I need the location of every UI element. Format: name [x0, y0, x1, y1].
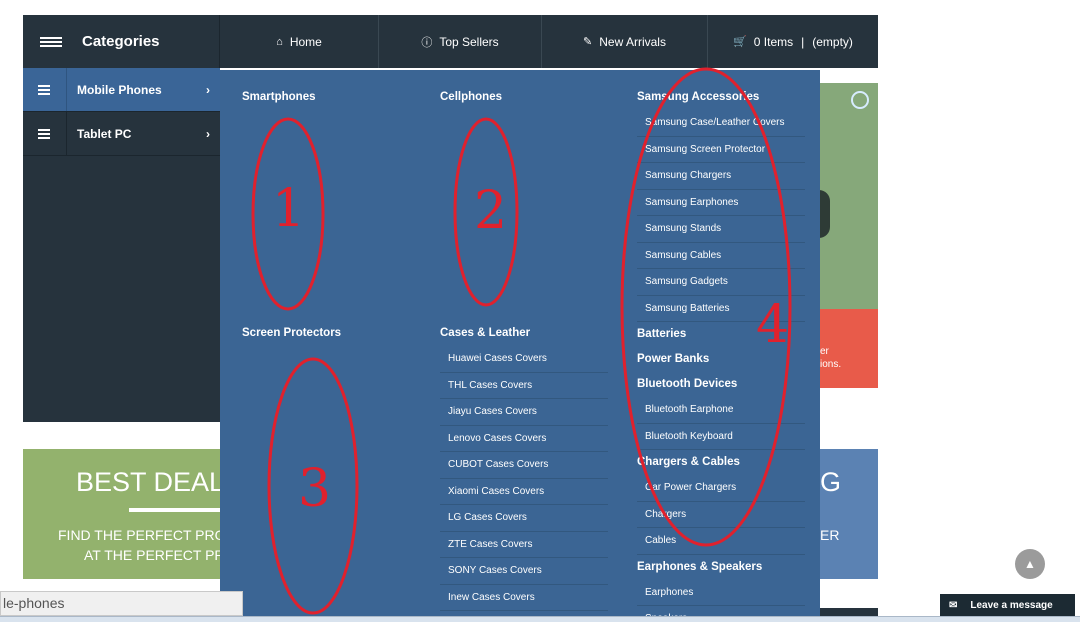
menu-heading[interactable]: Bluetooth Devices	[637, 372, 805, 397]
banner-subtitle-line1: FIND THE PERFECT PROD	[58, 527, 236, 543]
cart-count: 0 Items	[753, 34, 794, 49]
cart-status: (empty)	[812, 34, 853, 49]
chevron-up-icon: ▲	[1024, 557, 1036, 571]
menu-item[interactable]: Xiaomi Cases Covers	[440, 479, 608, 505]
menu-heading[interactable]: Samsung Accessories	[637, 85, 805, 110]
menu-item[interactable]: Samsung Chargers	[637, 163, 805, 190]
banner-subtitle-line2: AT THE PERFECT PRIC	[84, 547, 239, 563]
cart-link[interactable]: 🛒 0 Items | (empty)	[708, 15, 878, 68]
menu-heading[interactable]: Power Banks	[637, 347, 805, 372]
promo-red-panel[interactable]: er ions.	[820, 309, 878, 388]
banner-subtitle: ER	[820, 527, 840, 543]
menu-item[interactable]: Bluetooth Keyboard	[637, 424, 805, 450]
menu-item[interactable]: THL Cases Covers	[440, 373, 608, 399]
chat-icon: ✉	[949, 599, 958, 611]
status-bar-url: le-phones	[0, 591, 243, 616]
home-icon: ⌂	[276, 35, 283, 48]
menu-item[interactable]: Bluetooth Earphone	[637, 397, 805, 424]
menu-item[interactable]: CUBOT Cases Covers	[440, 452, 608, 479]
chevron-right-icon: ›	[206, 82, 210, 97]
menu-heading[interactable]: Batteries	[637, 322, 805, 347]
best-deal-banner[interactable]: BEST DEAL FIND THE PERFECT PROD AT THE P…	[23, 449, 239, 579]
nav-top-sellers-label: Top Sellers	[439, 34, 499, 49]
top-navigation: Categories ⌂ Home ⓘ Top Sellers ✎ New Ar…	[23, 15, 878, 68]
menu-item[interactable]: ZTE Cases Covers	[440, 532, 608, 558]
menu-item[interactable]: Samsung Cables	[637, 243, 805, 269]
menu-item[interactable]: Samsung Case/Leather Covers	[637, 110, 805, 137]
banner-title: G	[820, 467, 842, 497]
mega-menu-dropdown: Smartphones Screen Protectors Cellphones…	[220, 70, 820, 622]
nav-new-arrivals-label: New Arrivals	[599, 34, 666, 49]
cases-leather-list: Cases & Leather Huawei Cases Covers THL …	[440, 321, 608, 611]
menu-heading-cellphones[interactable]: Cellphones	[440, 85, 502, 110]
promo-text-line: ions.	[820, 359, 842, 370]
menu-item[interactable]: Chargers	[637, 502, 805, 528]
sidebar-item-mobile-phones[interactable]: Mobile Phones ›	[23, 68, 220, 112]
menu-item[interactable]: Samsung Stands	[637, 216, 805, 243]
promo-text-line: er	[820, 346, 829, 357]
taskbar	[0, 616, 1080, 622]
nav-top-sellers-link[interactable]: ⓘ Top Sellers	[379, 15, 542, 68]
divider	[66, 68, 67, 111]
accessories-list: Samsung Accessories Samsung Case/Leather …	[637, 85, 805, 622]
edit-icon: ✎	[583, 36, 593, 48]
menu-icon	[40, 36, 62, 47]
nav-home-link[interactable]: ⌂ Home	[220, 15, 379, 68]
menu-item[interactable]: Samsung Earphones	[637, 190, 805, 216]
menu-item[interactable]: Cables	[637, 528, 805, 555]
divider	[66, 112, 67, 155]
menu-heading-screen-protectors[interactable]: Screen Protectors	[242, 321, 341, 346]
chevron-right-icon: ›	[206, 126, 210, 141]
menu-item[interactable]: Jiayu Cases Covers	[440, 399, 608, 426]
menu-item[interactable]: Lenovo Cases Covers	[440, 426, 608, 452]
cart-icon: 🛒	[733, 36, 747, 48]
menu-item[interactable]: Samsung Gadgets	[637, 269, 805, 296]
menu-heading[interactable]: Earphones & Speakers	[637, 555, 805, 580]
banner-rule	[129, 508, 220, 512]
menu-icon	[38, 128, 50, 139]
sidebar-item-label: Mobile Phones	[77, 82, 162, 97]
nav-home-label: Home	[289, 34, 322, 49]
category-sidebar: Mobile Phones › Tablet PC ›	[23, 68, 220, 422]
banner-title: BEST DEAL	[76, 467, 225, 497]
cart-separator: |	[801, 34, 805, 49]
categories-title: Categories	[82, 33, 160, 50]
info-icon: ⓘ	[421, 36, 433, 49]
menu-icon	[38, 84, 50, 95]
menu-heading[interactable]: Chargers & Cables	[637, 450, 805, 475]
menu-item[interactable]: Samsung Batteries	[637, 296, 805, 322]
menu-heading-smartphones[interactable]: Smartphones	[242, 85, 316, 110]
sidebar-item-tablet-pc[interactable]: Tablet PC ›	[23, 112, 220, 156]
menu-item[interactable]: SONY Cases Covers	[440, 558, 608, 585]
slider-dot-icon[interactable]	[851, 91, 869, 109]
menu-item[interactable]: Samsung Screen Protector	[637, 137, 805, 163]
categories-header[interactable]: Categories	[23, 15, 220, 68]
menu-item[interactable]: Car Power Chargers	[637, 475, 805, 502]
menu-item[interactable]: Inew Cases Covers	[440, 585, 608, 611]
leave-message-label: Leave a message	[970, 599, 1053, 611]
right-banner[interactable]: G ER	[820, 449, 878, 579]
menu-item[interactable]: LG Cases Covers	[440, 505, 608, 532]
leave-message-button[interactable]: ✉ Leave a message	[940, 594, 1075, 616]
scroll-to-top-button[interactable]: ▲	[1015, 549, 1045, 579]
menu-item[interactable]: Huawei Cases Covers	[440, 346, 608, 373]
menu-item[interactable]: Earphones	[637, 580, 805, 606]
page: Categories ⌂ Home ⓘ Top Sellers ✎ New Ar…	[0, 0, 1080, 622]
menu-heading-cases-leather[interactable]: Cases & Leather	[440, 321, 608, 346]
nav-new-arrivals-link[interactable]: ✎ New Arrivals	[542, 15, 708, 68]
sidebar-item-label: Tablet PC	[77, 126, 132, 141]
